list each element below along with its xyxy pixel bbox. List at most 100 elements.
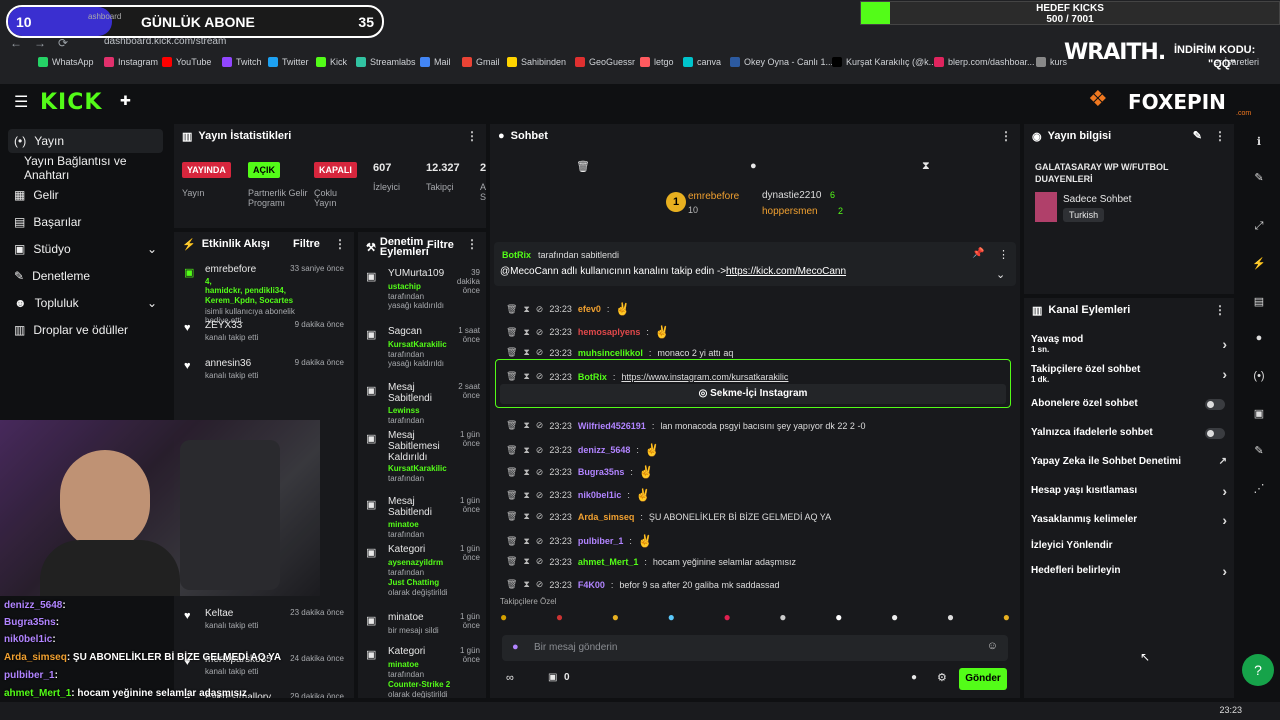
wrench-icon[interactable]: ✎ [1250,441,1268,459]
activity-user[interactable]: emrebefore [205,264,256,275]
emote-icon[interactable]: ● [668,610,675,626]
ban-icon[interactable]: ⊘ [536,467,544,478]
sidebar-item-yayin[interactable]: (•) Yayın [8,129,163,153]
gift-icon[interactable]: ▣ [548,672,557,683]
forward-icon[interactable]: → [34,36,46,50]
delete-icon[interactable]: 🗑 [506,445,517,456]
bookmark-item[interactable]: Okey Oyna - Canlı 1... [730,57,833,67]
chat-username[interactable]: hemosaplyens [578,327,641,337]
activity-filter-button[interactable]: Filtre [293,238,320,250]
channel-points-icon[interactable]: ∞ [506,672,514,684]
timeout-icon[interactable]: ⧗ [523,327,529,338]
mod-filter-button[interactable]: Filtre [427,239,454,251]
toggle-switch[interactable] [1205,399,1225,410]
mod-actor[interactable]: Lewinss [388,406,420,415]
bookmark-item[interactable]: Sahibinden [507,57,566,67]
sidebar-item-denetleme[interactable]: ✎ Denetleme [8,264,163,288]
activity-user[interactable]: Keltae [205,608,233,619]
sidebar-item-droplar[interactable]: ▥ Droplar ve ödüller [8,318,163,342]
mic-icon[interactable]: ● [512,641,519,653]
gifter-three-name[interactable]: hoppersmen [762,206,818,217]
pin-icon[interactable]: 📌 [972,248,984,259]
delete-icon[interactable]: 🗑 [506,511,517,522]
timeout-icon[interactable]: ⧗ [523,579,529,590]
emote-icon[interactable]: ● [891,610,898,626]
kick-logo[interactable]: KICK [40,90,102,115]
info-icon[interactable]: ℹ [1250,132,1268,150]
channel-action-item[interactable]: Hedefleri belirleyin › [1031,563,1227,585]
chevron-down-icon[interactable]: ⌄ [996,268,1005,281]
timeout-icon[interactable]: ⧗ [523,304,529,315]
ban-icon[interactable]: ⊘ [536,511,544,522]
emote-icon[interactable]: ● [1003,610,1010,626]
ban-icon[interactable]: ⊘ [536,445,544,456]
channel-action-item[interactable]: Yalnızca ifadelerle sohbet [1031,427,1227,447]
bookmark-item[interactable]: Mail [420,57,451,67]
mod-actor[interactable]: KursatKarakilic [388,340,447,349]
ban-icon[interactable]: ⊘ [536,556,544,567]
ban-icon[interactable]: ⊘ [536,347,544,358]
channel-action-item[interactable]: Yasaklanmış kelimeler › [1031,512,1227,534]
ban-icon[interactable]: ⊘ [536,327,544,338]
timeout-icon[interactable]: ⧗ [523,536,529,547]
mod-actor[interactable]: minatoe [388,520,419,529]
delete-icon[interactable]: 🗑 [506,347,517,358]
delete-icon[interactable]: 🗑 [506,579,517,590]
timeout-icon[interactable]: ⧗ [523,420,529,431]
mod-actor[interactable]: ustachip [388,282,421,291]
gift-icon[interactable]: ▣ [1250,404,1268,422]
chat-icon[interactable]: ● [1250,329,1268,347]
broadcast-icon[interactable]: (•) [1250,367,1268,385]
emote-icon[interactable]: ● [500,610,507,626]
emote-icon[interactable]: ● [947,610,954,626]
more-icon[interactable]: ⋮ [998,248,1009,261]
expand-icon[interactable]: ⤢ [1250,217,1268,235]
edit-icon[interactable]: ✎ [1250,168,1268,186]
delete-icon[interactable]: 🗑 [506,556,517,567]
timeout-icon[interactable]: ⧗ [523,347,529,358]
help-button[interactable]: ? [1242,654,1274,686]
pin-icon[interactable]: ✚ [120,93,131,109]
bookmark-item[interactable]: Kurşat Karakılıç (@k... [832,57,936,67]
bookmark-item[interactable]: Twitter [268,57,309,67]
chat-username[interactable]: Arda_simseq [578,512,635,522]
category-name[interactable]: Sadece Sohbet [1063,194,1131,205]
delete-icon[interactable]: 🗑 [506,327,517,338]
sidebar-item-gelir[interactable]: ▦ Gelir [8,183,163,207]
bookmark-item[interactable]: Streamlabs [356,57,416,67]
mod-actor[interactable]: aysenazyildrm [388,558,443,567]
bookmark-item[interactable]: letgo [640,57,674,67]
reload-icon[interactable]: ⟳ [58,36,68,50]
ban-icon[interactable]: ⊘ [536,304,544,315]
emote-icon[interactable]: ● [835,610,842,626]
bookmark-item[interactable]: blerp.com/dashboar... [934,57,1035,67]
ban-icon[interactable]: ⊘ [536,490,544,501]
chat-username[interactable]: Wilfried4526191 [578,421,646,431]
chat-username[interactable]: F4K00 [578,580,605,590]
pinned-link[interactable]: https://kick.com/MecoCann [726,266,846,277]
activity-user[interactable]: ZEYX33 [205,320,242,331]
timeout-icon[interactable]: ⧗ [523,556,529,567]
delete-icon[interactable]: 🗑 [506,536,517,547]
bookmark-item[interactable]: canva [683,57,721,67]
emote-icon[interactable]: ● [612,610,619,626]
chat-input[interactable]: ● Bir mesaj gönderin ☺ [502,635,1008,661]
chat-bubble-icon[interactable]: ● [750,160,757,172]
ban-icon[interactable]: ⊘ [536,579,544,590]
mod-actor[interactable]: KursatKarakilic [388,464,447,473]
bookmark-item[interactable]: WhatsApp [38,57,94,67]
timeout-icon[interactable]: ⧗ [523,467,529,478]
emote-icon[interactable]: ● [556,610,563,626]
send-button[interactable]: Gönder [959,668,1007,690]
timeout-icon[interactable]: ⧗ [523,511,529,522]
sidebar-item-topluluk[interactable]: ☻ Topluluk ⌄ [8,291,163,315]
back-icon[interactable]: ← [10,36,22,50]
channel-action-item[interactable]: İzleyici Yönlendir [1031,540,1227,560]
bookmark-item[interactable]: Twitch [222,57,262,67]
instagram-button[interactable]: ◎ Sekme-İçi Instagram [500,384,1006,404]
mod-actor[interactable]: minatoe [388,660,419,669]
bookmark-item[interactable]: Kick [316,57,347,67]
chat-username[interactable]: Bugra35ns [578,467,625,477]
toggle-switch[interactable] [1205,428,1225,439]
ban-icon[interactable]: ⊘ [536,536,544,547]
